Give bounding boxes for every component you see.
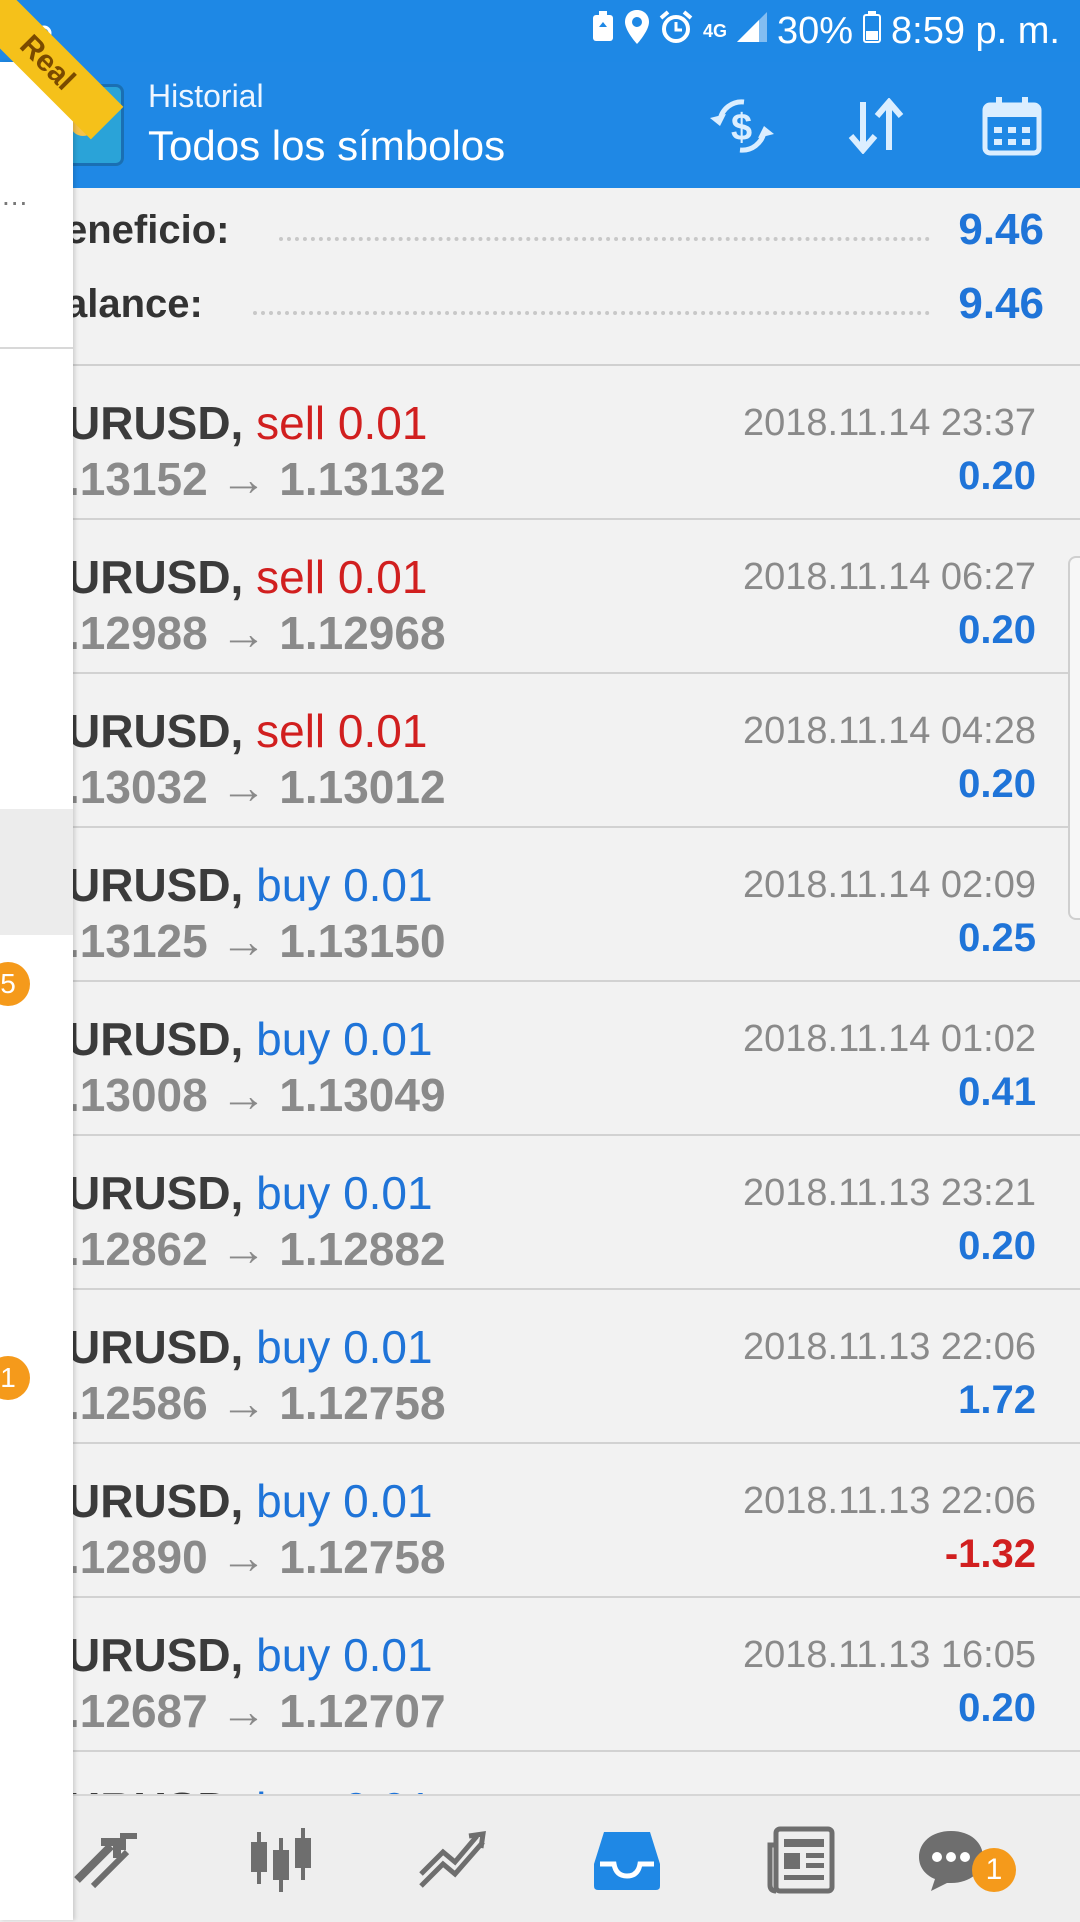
side-drawer[interactable]: ... 5 1 [0, 62, 73, 1920]
symbol-filter-label[interactable]: Todos los símbolos [148, 122, 505, 170]
network-type-label: 4G [702, 20, 727, 41]
deal-time: 2018.11.13 23:21 [742, 1172, 1036, 1214]
summary-panel: eneficio: 9.46 alance: 9.46 [65, 188, 1080, 364]
signal-icon [736, 12, 767, 50]
deal-profit: -1.32 [944, 1532, 1036, 1576]
deal-symbol: URUSD, [73, 1629, 257, 1681]
chat-badge: 1 [972, 1848, 1016, 1892]
profit-label: eneficio: [65, 207, 230, 252]
deal-prices: .12687 → 1.12707 [73, 1685, 446, 1737]
deal-prices: .13032 → 1.13012 [73, 761, 446, 813]
deal-symbol: URUSD, [73, 1321, 257, 1373]
deal-prices: .12988 → 1.12968 [73, 607, 446, 659]
deal-time: 2018.11.13 16:05 [742, 1634, 1036, 1676]
deal-symbol: URUSD, [73, 1475, 257, 1527]
deal-type: buy 0.01 [256, 1013, 433, 1065]
drawer-badge: 5 [0, 962, 30, 1006]
battery-icon [863, 11, 882, 51]
deal-type: sell 0.01 [256, 551, 428, 603]
drawer-badge: 1 [0, 1356, 30, 1400]
calendar-icon[interactable] [972, 86, 1052, 166]
trending-chart-icon[interactable] [398, 1810, 508, 1910]
location-icon [624, 10, 649, 52]
deal-row[interactable]: URUSD, buy 0.01 .12862 → 1.12882 2018.11… [73, 1136, 1080, 1290]
deal-profit: 0.20 [958, 1686, 1036, 1730]
deal-time: 2018.11.14 04:28 [742, 710, 1036, 752]
deal-row[interactable]: URUSD, sell 0.01 .12988 → 1.12968 2018.1… [73, 520, 1080, 674]
inbox-icon[interactable] [572, 1810, 682, 1910]
deal-row[interactable]: URUSD, buy 0.01 .12890 → 1.12758 2018.11… [73, 1444, 1080, 1598]
deal-profit: 0.20 [958, 608, 1036, 652]
deal-type: sell 0.01 [256, 705, 428, 757]
drawer-selected-item[interactable] [0, 809, 73, 935]
deal-type: buy 0.01 [256, 1629, 433, 1681]
deal-symbol: URUSD, [73, 397, 257, 449]
deal-history-list[interactable]: URUSD, sell 0.01 .13152 → 1.13132 2018.1… [73, 366, 1080, 1796]
deal-row[interactable]: URUSD, sell 0.01 .13152 → 1.13132 2018.1… [73, 366, 1080, 520]
balance-label: alance: [65, 281, 203, 326]
deal-profit: 0.20 [958, 454, 1036, 498]
battery-percent: 30% [776, 9, 854, 52]
deal-type: sell 0.01 [256, 397, 428, 449]
profit-row: eneficio: 9.46 [65, 200, 1044, 260]
deal-row[interactable]: URUSD, buy 0.01 .12687 → 1.12707 2018.11… [73, 1598, 1080, 1752]
scrollbar-thumb[interactable] [1068, 556, 1080, 920]
balance-row: alance: 9.46 [65, 274, 1044, 334]
page-title: Historial [148, 78, 264, 114]
deal-type: buy 0.01 [256, 859, 433, 911]
deal-symbol: URUSD, [73, 1013, 257, 1065]
deal-row[interactable]: URUSD, buy 0.01 .12586 → 1.12758 2018.11… [73, 1290, 1080, 1444]
deal-prices: .13008 → 1.13049 [73, 1069, 446, 1121]
deal-symbol: URUSD, [73, 551, 257, 603]
deal-row[interactable]: URUSD, buy 0.01 .13125 → 1.13150 2018.11… [73, 828, 1080, 982]
deal-time: 2018.11.14 01:02 [742, 1018, 1036, 1060]
deal-prices: .12890 → 1.12758 [73, 1531, 446, 1583]
deal-profit: 0.41 [958, 1070, 1036, 1114]
news-icon[interactable] [746, 1810, 856, 1910]
deal-time: 2018.11.14 02:09 [742, 864, 1036, 906]
candlestick-icon[interactable] [226, 1810, 336, 1910]
deal-type: buy 0.01 [256, 1167, 433, 1219]
deal-row[interactable]: URUSD, sell 0.01 .13032 → 1.13012 2018.1… [73, 674, 1080, 828]
alarm-icon [659, 10, 693, 52]
deal-symbol: URUSD, [73, 1167, 257, 1219]
deal-profit: 1.72 [958, 1378, 1036, 1422]
deal-time: 2018.11.14 23:37 [742, 402, 1036, 444]
deal-prices: .12862 → 1.12882 [73, 1223, 446, 1275]
deal-row[interactable]: URUSD, buy 0.01 .13008 → 1.13049 2018.11… [73, 982, 1080, 1136]
deal-row-partial[interactable]: URUSD, buy 0.01 [73, 1752, 1080, 1796]
drawer-more-dots[interactable]: ... [2, 180, 28, 212]
deal-time: 2018.11.13 22:06 [742, 1326, 1036, 1368]
battery-saver-icon [591, 11, 615, 51]
deal-type: buy 0.01 [256, 1321, 433, 1373]
deal-profit: 0.20 [958, 762, 1036, 806]
status-bar: 4G 30% 8:59 p. m. [0, 0, 1080, 62]
dotted-leader [252, 311, 931, 315]
status-time: 8:59 p. m. [891, 9, 1060, 52]
deal-symbol: URUSD, [73, 859, 257, 911]
deal-prices: .13125 → 1.13150 [73, 915, 446, 967]
bottom-navigation [0, 1794, 1080, 1922]
drawer-divider [0, 347, 73, 349]
deal-profit: 0.20 [958, 1224, 1036, 1268]
deal-symbol: URUSD, [73, 705, 257, 757]
deal-prices: .13152 → 1.13132 [73, 453, 446, 505]
deal-type: buy 0.01 [256, 1475, 433, 1527]
deal-prices: .12586 → 1.12758 [73, 1377, 446, 1429]
dotted-leader [279, 237, 931, 241]
deal-time: 2018.11.14 06:27 [742, 556, 1036, 598]
app-bar: 4 Historial Todos los símbolos $ [0, 62, 1080, 188]
svg-text:$: $ [731, 107, 752, 149]
sort-icon[interactable] [836, 86, 916, 166]
currency-exchange-icon[interactable]: $ [702, 86, 782, 166]
balance-value: 9.46 [958, 279, 1044, 328]
deal-time: 2018.11.13 22:06 [742, 1480, 1036, 1522]
deal-profit: 0.25 [958, 916, 1036, 960]
profit-value: 9.46 [958, 205, 1044, 254]
